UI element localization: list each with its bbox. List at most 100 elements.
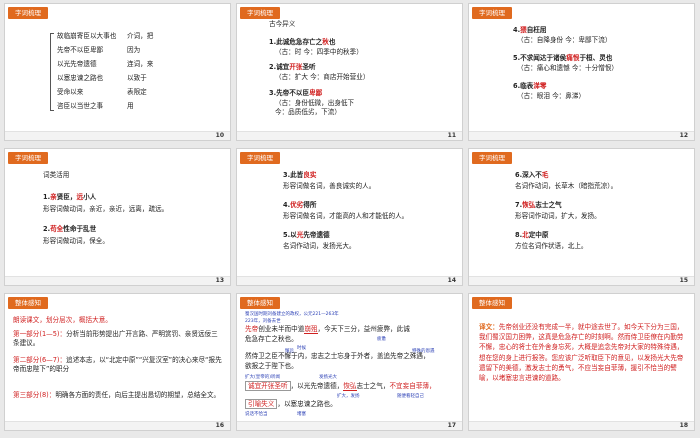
usage-example: 故临崩寄臣以大事也 bbox=[57, 32, 117, 40]
slide-15[interactable]: 字词梳理 6.深入不毛 名词作动词，长草木（暗指荒凉）。 7.恢弘志士之气 形容… bbox=[468, 148, 695, 286]
word-heading: 6.临表涕零 bbox=[513, 82, 547, 90]
slide-tag: 字词梳理 bbox=[8, 7, 48, 19]
slide-10[interactable]: 字词梳理 故临崩寄臣以大事也 介词，把 先帝不以臣卑鄙 因为 以光先帝遗德 连词… bbox=[4, 3, 231, 141]
usage-meaning: 介词，把 bbox=[127, 32, 154, 40]
slide-tag: 字词梳理 bbox=[240, 152, 280, 164]
annotation: 扩大(皇帝的)听闻 bbox=[245, 375, 281, 380]
word-gloss: 形容词做名词，善良诚实的人。 bbox=[283, 182, 376, 190]
annotation: 懈怠 bbox=[285, 349, 294, 354]
word-heading: 1.亲贤臣，远小人 bbox=[43, 193, 97, 201]
slide-footer bbox=[5, 421, 230, 430]
usage-example: 受命以来 bbox=[57, 88, 84, 96]
usage-meaning: 以致于 bbox=[127, 74, 147, 82]
word-heading: 7.恢弘志士之气 bbox=[515, 201, 562, 209]
slide-12[interactable]: 字词梳理 4.猥自枉屈 （古：自降身份 今：卑鄙下流） 5.不求闻达于诸侯痛恨于… bbox=[468, 3, 695, 141]
word-gloss: 名词作动词，发扬光大。 bbox=[283, 242, 356, 250]
annotation: 扩大，发扬 bbox=[337, 394, 360, 399]
word-heading: 4.优劣得所 bbox=[283, 201, 317, 209]
slide-number: 15 bbox=[679, 277, 688, 284]
usage-example: 以光先帝遗德 bbox=[57, 60, 97, 68]
slide-footer bbox=[237, 131, 462, 140]
slide-number: 18 bbox=[679, 422, 688, 429]
usage-meaning: 表限定 bbox=[127, 88, 147, 96]
word-heading: 5.不求闻达于诸侯痛恨于桓、灵也 bbox=[513, 54, 613, 62]
slide-tag: 字词梳理 bbox=[472, 152, 512, 164]
word-heading: 3.此皆良实 bbox=[283, 171, 317, 179]
annotation: 堵塞 bbox=[297, 412, 306, 417]
slide-11[interactable]: 字词梳理 古今异义 1.此诚危急存亡之秋也 （古：时 今：四季中的秋季） 2.诚… bbox=[236, 3, 463, 141]
section-title: 古今异义 bbox=[269, 20, 296, 28]
text-line: 引喻失义 ，以塞忠谏之路也。 bbox=[245, 399, 337, 409]
section-title: 词类活用 bbox=[43, 171, 70, 179]
annotation: 特殊的恩遇 bbox=[412, 349, 435, 354]
word-heading: 3.先帝不以臣卑鄙 bbox=[269, 89, 323, 97]
slide-footer bbox=[469, 131, 694, 140]
slide-footer bbox=[237, 276, 462, 285]
left-bracket bbox=[50, 33, 54, 111]
word-gloss: 形容词做动词，保全。 bbox=[43, 237, 109, 245]
annotation: 疲惫 bbox=[377, 337, 386, 342]
word-heading: 1.此诚危急存亡之秋也 bbox=[269, 38, 336, 46]
slide-13[interactable]: 字词梳理 词类活用 1.亲贤臣，远小人 形容词做动词，亲近，亲近，远离，疏远。 … bbox=[4, 148, 231, 286]
slide-number: 16 bbox=[215, 422, 224, 429]
text-line: 诚宜开张圣听 ，以光先帝遗德，恢弘志士之气，不宜妄自菲薄， bbox=[245, 381, 436, 391]
translation-text: 译文：先帝创业还没有完成一半，就中途去世了。如今天下分为三国，我们蜀汉国力困弊，… bbox=[479, 323, 684, 383]
slide-footer bbox=[5, 276, 230, 285]
usage-meaning: 连词，来 bbox=[127, 60, 154, 68]
slide-tag: 字词梳理 bbox=[8, 152, 48, 164]
word-gloss: （古：眼泪 今：鼻涕） bbox=[517, 92, 586, 100]
slide-footer bbox=[237, 421, 462, 430]
usage-example: 先帝不以臣卑鄙 bbox=[57, 46, 104, 54]
slide-number: 11 bbox=[447, 132, 456, 139]
annotation: 发扬光大 bbox=[319, 375, 337, 380]
word-gloss: （古：身份低微，出身低下 bbox=[275, 99, 355, 107]
word-gloss: 形容词做名词，才能高的人和才能低的人。 bbox=[283, 212, 409, 220]
usage-meaning: 因为 bbox=[127, 46, 141, 54]
slide-tag: 整体感知 bbox=[240, 297, 280, 309]
word-gloss: （古：扩大 今：商店开始营业） bbox=[275, 73, 370, 81]
word-gloss: （古：痛心和遗憾 今：十分憎恨） bbox=[517, 64, 619, 72]
slide-number: 12 bbox=[679, 132, 688, 139]
slide-footer bbox=[5, 131, 230, 140]
word-gloss: （古：时 今：四季中的秋季） bbox=[275, 48, 363, 56]
annotation: 蜀汉国时期刘备建立的政权，公元221—263年 bbox=[245, 312, 339, 317]
slide-tag: 整体感知 bbox=[472, 297, 512, 309]
part-1: 第一部分(1—5)：分析当前形势提出广开言路、严明赏罚、亲贤远佞三条建议。 bbox=[13, 330, 218, 347]
word-heading: 8.北定中原 bbox=[515, 231, 549, 239]
text-line: 然侍卫之臣不懈于内，忠志之士忘身于外者，盖追先帝之殊遇， bbox=[245, 352, 430, 360]
annotation: 说话不恰当 bbox=[245, 412, 268, 417]
part-2: 第二部分(6—7)：追述本志，以“北定中原”“兴复汉室”的决心来尽“报先帝而忠陛… bbox=[13, 356, 222, 373]
annotation: 223年，刘备去世 bbox=[245, 319, 281, 324]
slide-number: 17 bbox=[447, 422, 456, 429]
word-gloss: 今：品质低劣，下流） bbox=[275, 108, 341, 116]
word-gloss: 名词作动词，长草木（暗指荒凉）。 bbox=[515, 182, 618, 190]
usage-meaning: 用 bbox=[127, 102, 134, 110]
word-gloss: 形容词作动词，扩大，发扬。 bbox=[515, 212, 601, 220]
word-heading: 4.猥自枉屈 bbox=[513, 26, 547, 34]
word-gloss: （古：自降身份 今：卑鄙下流） bbox=[517, 36, 612, 44]
word-heading: 2.诚宜开张圣听 bbox=[269, 63, 316, 71]
slide-tag: 字词梳理 bbox=[472, 7, 512, 19]
slide-footer bbox=[469, 276, 694, 285]
slide-number: 14 bbox=[447, 277, 456, 284]
usage-example: 以塞忠谏之路也 bbox=[57, 74, 104, 82]
slide-tag: 整体感知 bbox=[8, 297, 48, 309]
slide-footer bbox=[469, 421, 694, 430]
slide-17[interactable]: 整体感知 蜀汉国时期刘备建立的政权，公元221—263年 223年，刘备去世 先… bbox=[236, 293, 463, 431]
annotation: 时候 bbox=[297, 346, 306, 351]
slide-grid: 字词梳理 故临崩寄臣以大事也 介词，把 先帝不以臣卑鄙 因为 以光先帝遗德 连词… bbox=[0, 0, 700, 438]
slide-number: 10 bbox=[215, 132, 224, 139]
part-3: 第三部分(8)：明确各方面的责任，向后主提出恳切的期望，总结全文。 bbox=[13, 391, 221, 399]
usage-example: 咨臣以当世之事 bbox=[57, 102, 104, 110]
word-heading: 5.以光先帝遗德 bbox=[283, 231, 330, 239]
text-line: 欲报之于陛下也。 bbox=[245, 362, 298, 370]
annotation: 随便看轻自己 bbox=[397, 394, 424, 399]
slide-tag: 字词梳理 bbox=[240, 7, 280, 19]
slide-14[interactable]: 字词梳理 3.此皆良实 形容词做名词，善良诚实的人。 4.优劣得所 形容词做名词… bbox=[236, 148, 463, 286]
task-intro: 朗读课文，划分层次，概括大意。 bbox=[13, 316, 112, 324]
slide-18[interactable]: 整体感知 译文：先帝创业还没有完成一半，就中途去世了。如今天下分为三国，我们蜀汉… bbox=[468, 293, 695, 431]
slide-16[interactable]: 整体感知 朗读课文，划分层次，概括大意。 第一部分(1—5)：分析当前形势提出广… bbox=[4, 293, 231, 431]
word-heading: 6.深入不毛 bbox=[515, 171, 549, 179]
word-heading: 2.苟全性命于乱世 bbox=[43, 225, 97, 233]
word-gloss: 方位名词作状语，北上。 bbox=[515, 242, 588, 250]
